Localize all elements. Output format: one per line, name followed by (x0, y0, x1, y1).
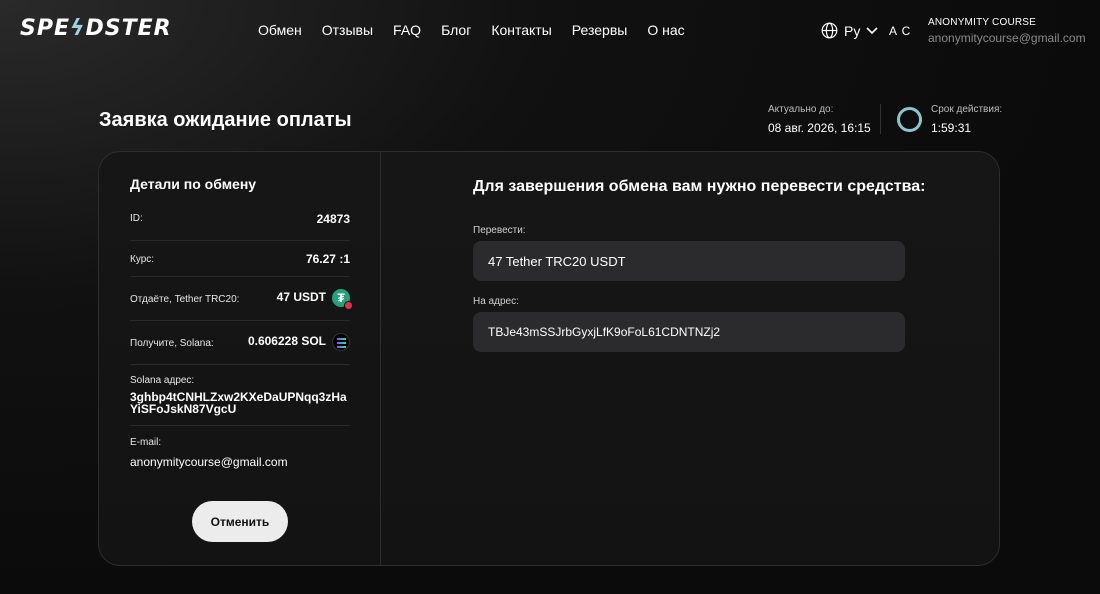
logo-text-right: DSTER (85, 16, 172, 41)
detail-row-rate: Курс: 76.27 :1 (130, 241, 350, 277)
term-value: 1:59:31 (931, 121, 972, 135)
detail-row-id: ID: 24873 (130, 208, 350, 241)
nav-item-contacts[interactable]: Контакты (491, 22, 551, 38)
rate-value: 76.27 :1 (305, 252, 350, 266)
timer-ring-icon (897, 107, 922, 132)
header: SPEϟDSTER Обмен Отзывы FAQ Блог Контакты… (0, 0, 1100, 62)
email-label: E-mail: (130, 437, 162, 448)
give-value: 47 USDT (276, 290, 326, 305)
details-heading: Детали по обмену (130, 176, 257, 192)
user-email: anonymitycourse@gmail.com (928, 31, 1086, 45)
detail-row-email: E-mail: anonymitycourse@gmail.com (130, 426, 350, 476)
nav-item-faq[interactable]: FAQ (393, 22, 421, 38)
language-label: Ру (844, 22, 861, 39)
id-label: ID: (130, 213, 143, 224)
term-label: Срок действия: (931, 104, 1003, 115)
tether-icon: ₮ (332, 289, 353, 310)
avatar[interactable]: A C (889, 24, 911, 38)
nav-item-blog[interactable]: Блог (441, 22, 471, 38)
details-panel: Детали по обмену ID: 24873 Курс: 76.27 :… (99, 152, 381, 565)
user-name: ANONYMITY COURSE (928, 17, 1037, 28)
chevron-down-icon (866, 26, 878, 35)
valid-until-label: Актуально до: (768, 104, 834, 115)
logo-text-left: SPE (20, 16, 70, 41)
address-label: Solana адрес: (130, 375, 195, 386)
logo-bolt-icon: ϟ (70, 16, 86, 41)
nav-item-reviews[interactable]: Отзывы (322, 22, 373, 38)
detail-row-receive: Получите, Solana: 0.606228 SOL (130, 321, 350, 365)
divider (880, 104, 881, 134)
nav-item-reserves[interactable]: Резервы (572, 22, 628, 38)
main-nav: Обмен Отзывы FAQ Блог Контакты Резервы О… (258, 22, 705, 38)
payee-address-label: На адрес: (473, 296, 519, 307)
valid-until-value: 08 авг. 2026, 16:15 (768, 121, 871, 135)
exchange-card: Детали по обмену ID: 24873 Курс: 76.27 :… (98, 151, 1000, 566)
valid-until: Актуально до: 08 авг. 2026, 16:15 (768, 104, 871, 135)
detail-row-address: Solana адрес: 3ghbp4tCNHLZxw2KXeDaUPNqq3… (130, 365, 350, 426)
page-title: Заявка ожидание оплаты (99, 109, 352, 131)
nav-item-exchange[interactable]: Обмен (258, 22, 302, 38)
address-value[interactable]: 3ghbp4tCNHLZxw2KXeDaUPNqq3zHaYiSFoJskN87… (130, 391, 350, 415)
logo[interactable]: SPEϟDSTER (20, 16, 172, 41)
user-info[interactable]: ANONYMITY COURSE anonymitycourse@gmail.c… (928, 17, 1086, 45)
payee-address-field[interactable]: TBJe43mSSJrbGyxjLfK9oFoL61CDNTNZj2 (473, 312, 905, 352)
language-selector[interactable]: Ру (821, 22, 878, 39)
amount-field[interactable]: 47 Tether TRC20 USDT (473, 241, 905, 281)
receive-label: Получите, Solana: (130, 338, 214, 349)
id-value: 24873 (316, 212, 350, 226)
amount-label: Перевести: (473, 225, 526, 236)
email-value: anonymitycourse@gmail.com (130, 455, 288, 469)
receive-value: 0.606228 SOL (247, 334, 326, 349)
nav-item-about[interactable]: О нас (647, 22, 684, 38)
solana-icon (332, 333, 350, 351)
term: Срок действия: 1:59:31 (931, 104, 1002, 135)
cancel-button[interactable]: Отменить (192, 501, 288, 542)
payment-heading: Для завершения обмена вам нужно перевест… (473, 178, 926, 195)
detail-row-give: Отдаёте, Tether TRC20: 47 USDT ₮ (130, 277, 353, 321)
rate-label: Курс: (130, 254, 155, 265)
globe-icon (821, 22, 838, 39)
give-label: Отдаёте, Tether TRC20: (130, 294, 240, 305)
